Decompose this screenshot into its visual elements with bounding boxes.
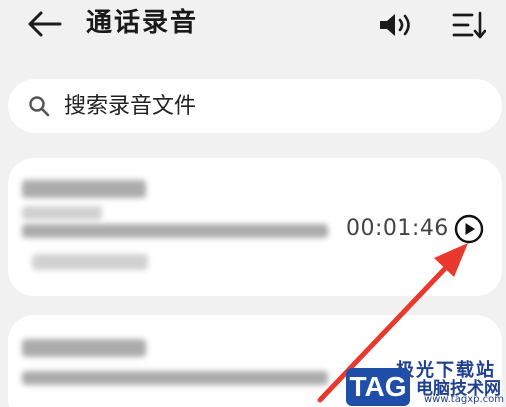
search-input[interactable] (64, 87, 484, 125)
blurred-detail-line (22, 224, 328, 238)
header: 通话录音 (0, 0, 506, 52)
site-watermark: 极光下载站 TAG 电脑技术网 www.tagxp.com (340, 356, 506, 407)
blurred-contact-name (22, 180, 146, 198)
search-icon (29, 96, 50, 117)
blurred-detail-line (22, 206, 102, 220)
blurred-detail-line (32, 254, 148, 270)
play-icon[interactable] (454, 214, 484, 244)
recording-item[interactable]: 00:01:46 (8, 158, 502, 296)
speaker-icon[interactable] (378, 12, 418, 38)
watermark-tag-logo: TAG (346, 368, 410, 406)
blurred-contact-name (22, 339, 146, 357)
sort-icon[interactable] (452, 10, 486, 40)
recording-duration: 00:01:46 (346, 216, 449, 241)
search-bar[interactable] (8, 79, 502, 133)
call-recordings-screen: 通话录音 00:01:46 (0, 0, 506, 407)
page-title: 通话录音 (86, 8, 199, 38)
blurred-detail-line (22, 371, 328, 385)
back-arrow-icon[interactable] (26, 10, 62, 38)
watermark-url: www.tagxp.com (424, 394, 504, 405)
